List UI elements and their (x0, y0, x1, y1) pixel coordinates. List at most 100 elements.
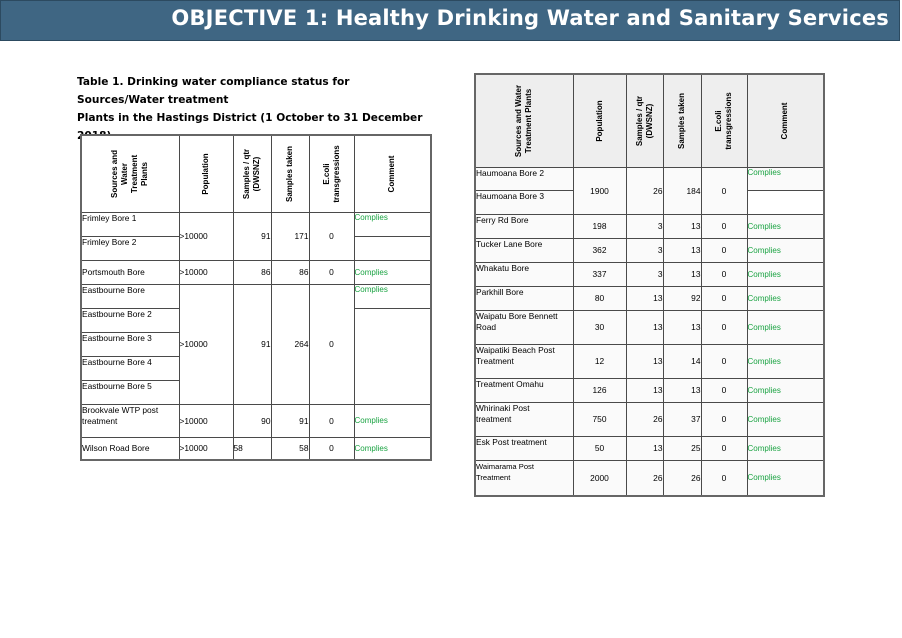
samples-qtr-cell: 58 (232, 436, 272, 461)
source-cell: Frimley Bore 2 (80, 235, 180, 261)
population-cell: >10000 (178, 259, 234, 285)
source-cell: Eastbourne Bore (80, 283, 180, 309)
samples-taken-cell: 25 (662, 435, 702, 461)
source-cell: Eastbourne Bore 3 (80, 331, 180, 357)
ecoli-cell: 0 (308, 259, 355, 285)
samples-qtr-cell: 13 (625, 343, 664, 379)
table-row: Eastbourne Bore >10000 91 264 0 Complies (80, 283, 432, 405)
header-comment: Comment (353, 134, 432, 213)
samples-qtr-cell: 13 (625, 377, 664, 403)
population-cell: >10000 (178, 403, 234, 438)
ecoli-cell: 0 (700, 377, 748, 403)
source-cell: Eastbourne Bore 4 (80, 355, 180, 381)
source-cell: Waipatu Bore Bennett Road (474, 309, 574, 345)
population-cell: >10000 (178, 211, 234, 261)
comment-cell: Complies (353, 259, 432, 285)
source-cell: Tucker Lane Bore (474, 237, 574, 263)
header-banner: OBJECTIVE 1: Healthy Drinking Water and … (0, 0, 900, 41)
ecoli-cell: 0 (308, 403, 355, 438)
caption-line-1: Table 1. Drinking water compliance statu… (77, 76, 350, 106)
samples-qtr-cell: 13 (625, 285, 664, 311)
samples-qtr-cell: 86 (232, 259, 272, 285)
comment-cell: Complies (353, 403, 432, 438)
samples-taken-cell: 26 (662, 459, 702, 497)
comment-cell: Complies (746, 213, 825, 239)
ecoli-cell: 0 (700, 261, 748, 287)
comment-cell: Complies (746, 343, 825, 379)
source-cell: Waipatiki Beach Post Treatment (474, 343, 574, 379)
source-cell: Frimley Bore 1 (80, 211, 180, 237)
population-cell: >10000 (178, 283, 234, 405)
table-row: Whakatu Bore 337 3 13 0 Complies (474, 261, 825, 287)
table-row: Waipatiki Beach Post Treatment 12 13 14 0… (474, 343, 825, 379)
population-cell: 1900 (572, 166, 627, 215)
header-ecoli: E.coli transgressions (308, 134, 355, 213)
ecoli-cell: 0 (308, 211, 355, 261)
source-cell: Wilson Road Bore (80, 436, 180, 461)
comment-cell: Complies (746, 377, 825, 403)
source-cell: Waimarama Post Treatment (474, 459, 574, 497)
comment-cell: Complies (353, 211, 432, 237)
samples-qtr-cell: 91 (232, 283, 272, 405)
samples-qtr-cell: 3 (625, 261, 664, 287)
samples-taken-cell: 13 (662, 237, 702, 263)
samples-taken-cell: 86 (270, 259, 310, 285)
table-row: Portsmouth Bore >10000 86 86 0 Complies (80, 259, 432, 285)
source-cell: Ferry Rd Bore (474, 213, 574, 239)
population-cell: 12 (572, 343, 627, 379)
source-cell: Haumoana Bore 2 (474, 166, 574, 191)
samples-qtr-cell: 13 (625, 309, 664, 345)
population-cell: 126 (572, 377, 627, 403)
compliance-table-right: Sources and Water Treatment Plants Popula… (474, 73, 825, 497)
table-row: Esk Post treatment 50 13 25 0 Complies (474, 435, 825, 461)
table-row: Tucker Lane Bore 362 3 13 0 Complies (474, 237, 825, 263)
population-cell: 30 (572, 309, 627, 345)
header-population: Population (572, 73, 627, 168)
ecoli-cell: 0 (700, 285, 748, 311)
header-source: Sources and Water Treatment Plants (80, 134, 180, 213)
population-cell: 750 (572, 401, 627, 437)
table-row: Waimarama Post Treatment 2000 26 26 0 Com… (474, 459, 825, 497)
samples-taken-cell: 171 (270, 211, 310, 261)
ecoli-cell: 0 (700, 237, 748, 263)
table-row: Wilson Road Bore >10000 58 58 0 Complies (80, 436, 432, 461)
ecoli-cell: 0 (308, 436, 355, 461)
table-row: Whirinaki Post treatment 750 26 37 0 Comp… (474, 401, 825, 437)
population-cell: 50 (572, 435, 627, 461)
header-ecoli: E.coli transgressions (700, 73, 748, 168)
ecoli-cell: 0 (700, 401, 748, 437)
comment-cell (353, 235, 432, 261)
source-cell: Treatment Omahu (474, 377, 574, 403)
samples-qtr-cell: 26 (625, 166, 664, 215)
table-row: Parkhill Bore 80 13 92 0 Complies (474, 285, 825, 311)
table-row: Frimley Bore 1 >10000 91 171 0 Complies (80, 211, 432, 261)
source-cell: Whakatu Bore (474, 261, 574, 287)
table-row: Waipatu Bore Bennett Road 30 13 13 0 Comp… (474, 309, 825, 345)
comment-cell (746, 189, 825, 215)
comment-cell: Complies (746, 285, 825, 311)
comment-cell: Complies (746, 435, 825, 461)
ecoli-cell: 0 (308, 283, 355, 405)
header-source: Sources and Water Treatment Plants (474, 73, 574, 168)
samples-qtr-cell: 90 (232, 403, 272, 438)
header-comment: Comment (746, 73, 825, 168)
table-row: Ferry Rd Bore 198 3 13 0 Complies (474, 213, 825, 239)
table-row: Brookvale WTP post treatment >10000 90 91… (80, 403, 432, 438)
comment-cell: Complies (746, 459, 825, 497)
header-samples-taken: Samples taken (662, 73, 702, 168)
samples-taken-cell: 13 (662, 261, 702, 287)
ecoli-cell: 0 (700, 213, 748, 239)
source-cell: Brookvale WTP post treatment (80, 403, 180, 438)
samples-qtr-cell: 26 (625, 459, 664, 497)
table-row: Haumoana Bore 2 1900 26 184 0 Complies (474, 166, 825, 215)
samples-taken-cell: 13 (662, 213, 702, 239)
source-cell: Eastbourne Bore 2 (80, 307, 180, 333)
comment-cell: Complies (746, 401, 825, 437)
source-cell: Parkhill Bore (474, 285, 574, 311)
population-cell: 80 (572, 285, 627, 311)
header-population: Population (178, 134, 234, 213)
population-cell: 337 (572, 261, 627, 287)
compliance-table-left: Sources and Water Treatment Plants Populat… (80, 134, 432, 461)
source-cell: Eastbourne Bore 5 (80, 379, 180, 405)
samples-taken-cell: 184 (662, 166, 702, 215)
